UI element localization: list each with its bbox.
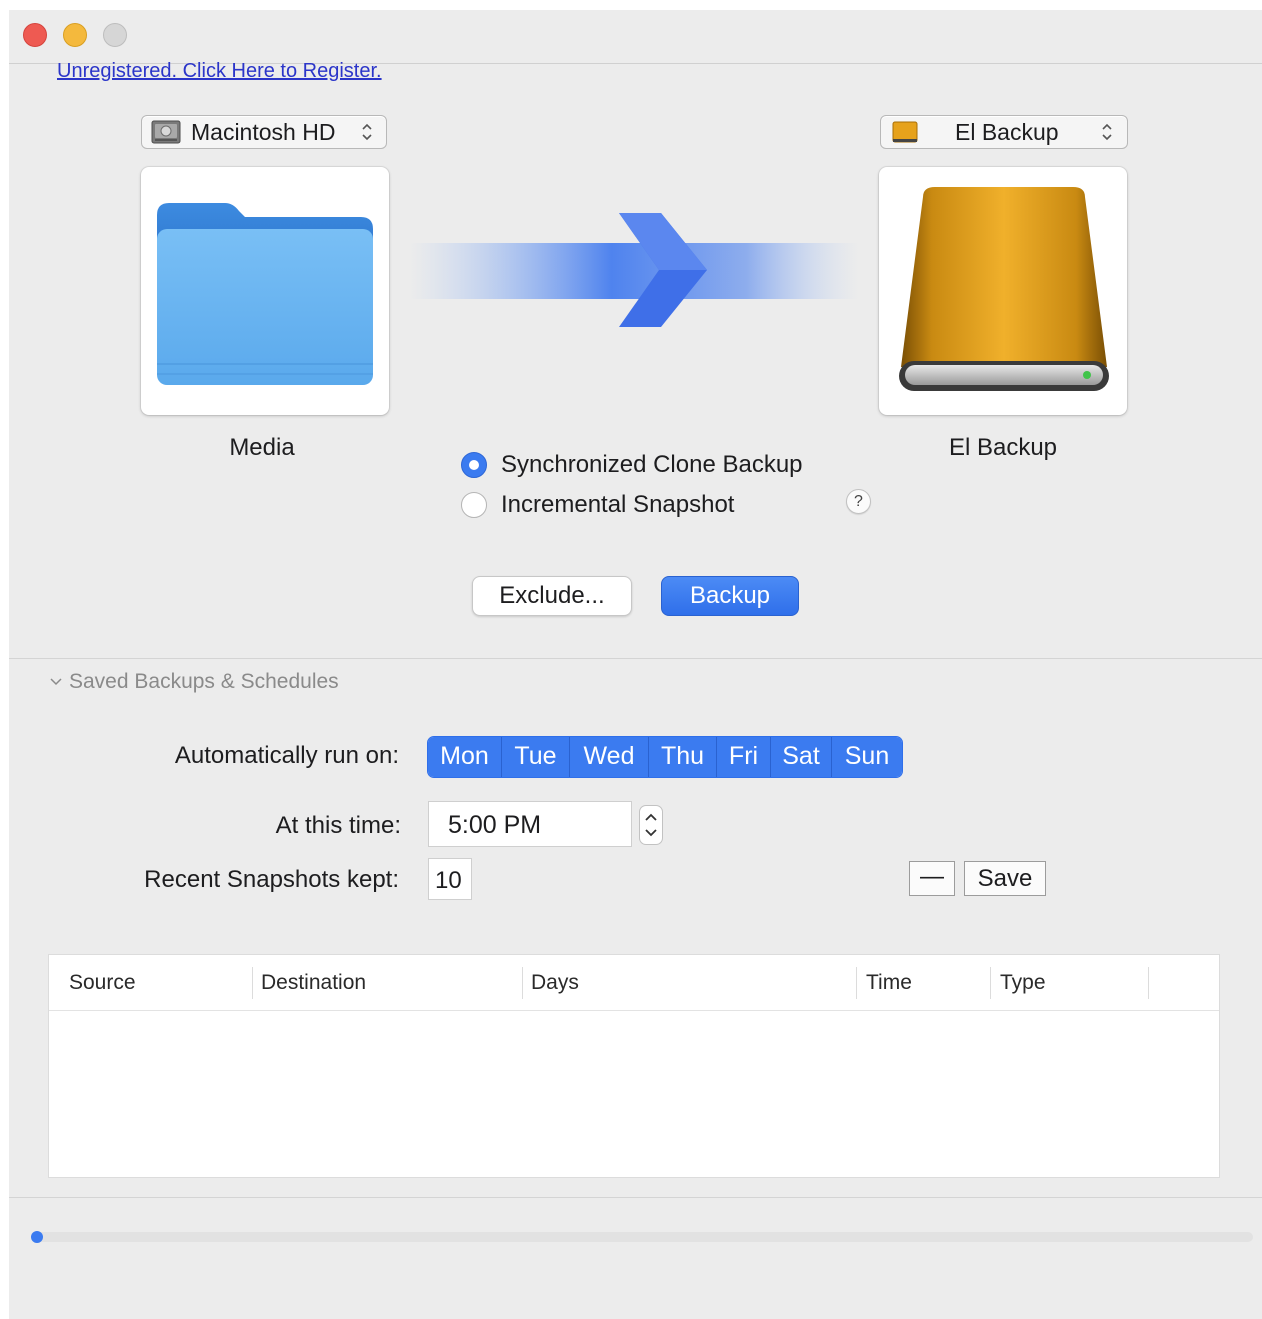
radio-label: Synchronized Clone Backup (501, 451, 803, 478)
minimize-window-button[interactable] (63, 23, 87, 47)
snapshots-label: Recent Snapshots kept: (144, 866, 399, 893)
radio-synchronized-clone[interactable]: Synchronized Clone Backup (461, 450, 803, 480)
run-on-label: Automatically run on: (174, 742, 399, 769)
column-header-destination[interactable]: Destination (251, 955, 521, 1010)
section-title: Saved Backups & Schedules (69, 670, 339, 693)
remove-schedule-button[interactable]: — (909, 861, 955, 896)
column-header-time[interactable]: Time (856, 955, 990, 1010)
footer-divider (9, 1197, 1262, 1198)
radio-unselected-indicator[interactable] (461, 492, 487, 518)
day-selector: Mon Tue Wed Thu Fri Sat Sun (427, 736, 903, 778)
table-header: Source Destination Days Time Type (49, 955, 1219, 1011)
external-drive-small-icon (892, 121, 918, 143)
snapshots-kept-field[interactable]: 10 (428, 858, 472, 900)
destination-well[interactable] (879, 167, 1127, 415)
day-wed[interactable]: Wed (570, 737, 649, 777)
progress-bar (33, 1232, 1253, 1242)
backup-direction-arrow-icon (409, 213, 859, 327)
column-divider (1148, 967, 1149, 999)
section-divider (9, 658, 1262, 659)
destination-disk-label: El Backup (955, 119, 1059, 145)
day-sat[interactable]: Sat (771, 737, 832, 777)
chevron-up-down-icon (1102, 123, 1112, 141)
exclude-button[interactable]: Exclude... (472, 576, 632, 616)
hard-disk-icon (151, 120, 181, 144)
day-mon[interactable]: Mon (428, 737, 502, 777)
day-fri[interactable]: Fri (717, 737, 771, 777)
chevron-down-icon (50, 678, 62, 686)
app-window: Unregistered. Click Here to Register. Ma… (9, 10, 1262, 1319)
time-label: At this time: (275, 812, 401, 839)
column-header-days[interactable]: Days (521, 955, 855, 1010)
column-header-source[interactable]: Source (59, 955, 251, 1010)
stepper-arrows-icon (645, 813, 657, 837)
progress-indicator (31, 1231, 43, 1243)
chevron-up-down-icon (362, 123, 372, 141)
radio-label: Incremental Snapshot (501, 491, 735, 518)
time-field[interactable]: 5:00 PM (428, 801, 632, 847)
day-tue[interactable]: Tue (502, 737, 570, 777)
external-drive-icon (899, 187, 1109, 391)
radio-incremental-snapshot[interactable]: Incremental Snapshot (461, 490, 734, 520)
close-window-button[interactable] (23, 23, 47, 47)
source-name: Media (229, 434, 295, 461)
schedules-table[interactable]: Source Destination Days Time Type (48, 954, 1220, 1178)
zoom-window-button[interactable] (103, 23, 127, 47)
saved-backups-disclosure[interactable]: Saved Backups & Schedules (49, 670, 339, 694)
backup-button[interactable]: Backup (661, 576, 799, 616)
destination-name: El Backup (948, 434, 1058, 461)
source-disk-label: Macintosh HD (191, 119, 336, 145)
destination-disk-popup[interactable]: El Backup (880, 115, 1128, 149)
register-link[interactable]: Unregistered. Click Here to Register. (57, 60, 382, 83)
radio-selected-indicator[interactable] (461, 452, 487, 478)
column-header-type[interactable]: Type (990, 955, 1148, 1010)
folder-icon (157, 203, 373, 385)
source-disk-popup[interactable]: Macintosh HD (141, 115, 387, 149)
save-schedule-button[interactable]: Save (964, 861, 1046, 896)
title-bar (9, 10, 1262, 64)
day-sun[interactable]: Sun (832, 737, 902, 777)
day-thu[interactable]: Thu (649, 737, 717, 777)
source-well[interactable] (141, 167, 389, 415)
help-button[interactable]: ? (846, 489, 871, 514)
time-stepper[interactable] (639, 805, 663, 845)
